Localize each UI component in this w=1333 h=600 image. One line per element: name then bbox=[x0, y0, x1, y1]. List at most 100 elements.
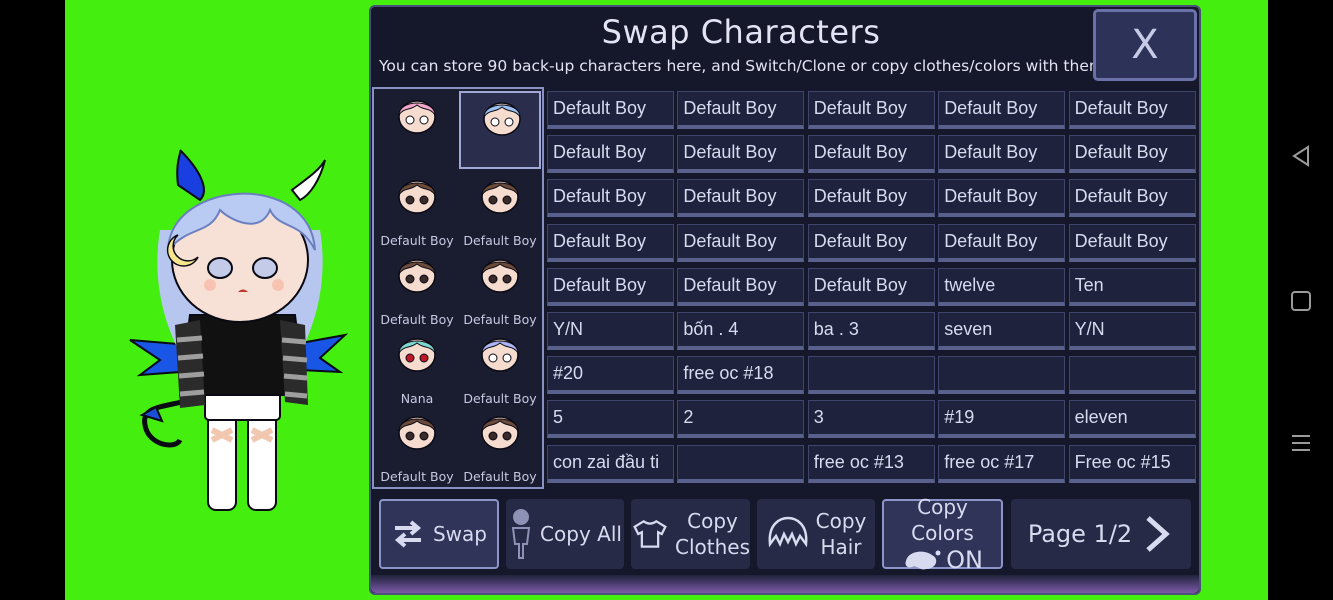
swap-button[interactable]: Swap bbox=[379, 499, 499, 569]
copy-clothes-label-2: Clothes bbox=[675, 535, 750, 559]
grid-character-cell[interactable]: Default Boy bbox=[938, 179, 1066, 218]
copy-all-label: Copy All bbox=[540, 522, 622, 546]
panel-subtitle: You can store 90 back-up characters here… bbox=[379, 57, 1099, 75]
grid-character-cell[interactable]: Default Boy bbox=[547, 223, 674, 262]
grid-character-cell[interactable]: con zai đầu ti bbox=[547, 444, 674, 483]
grid-character-cell[interactable]: Default Boy bbox=[807, 179, 935, 218]
grid-character-cell[interactable]: eleven bbox=[1068, 400, 1196, 439]
slot-label: Default Boy bbox=[463, 469, 537, 484]
character-head-icon bbox=[483, 102, 521, 136]
character-slot[interactable]: Default Boy bbox=[376, 407, 458, 485]
grid-character-cell[interactable]: Default Boy bbox=[1068, 91, 1196, 129]
triangle-back-icon[interactable] bbox=[1290, 145, 1312, 167]
copy-clothes-label-1: Copy bbox=[687, 509, 738, 533]
grid-character-cell[interactable]: Default Boy bbox=[547, 267, 674, 306]
character-head-icon bbox=[398, 259, 436, 293]
grid-character-cell[interactable]: 2 bbox=[677, 400, 805, 439]
system-nav-bar bbox=[1268, 0, 1333, 600]
grid-character-cell[interactable]: Y/N bbox=[547, 312, 674, 350]
grid-character-cell[interactable]: Default Boy bbox=[1068, 223, 1196, 262]
slot-label: Default Boy bbox=[380, 233, 454, 248]
slot-label: Default Boy bbox=[380, 469, 454, 484]
character-head-icon bbox=[398, 338, 436, 372]
grid-character-cell[interactable]: Default Boy bbox=[807, 223, 935, 262]
grid-character-cell[interactable]: bốn . 4 bbox=[677, 312, 805, 350]
character-slot[interactable] bbox=[459, 91, 541, 169]
copy-all-button[interactable]: Copy All bbox=[506, 499, 624, 569]
grid-character-cell[interactable]: free oc #17 bbox=[938, 444, 1066, 483]
character-slot[interactable]: Default Boy bbox=[376, 171, 458, 249]
character-slot[interactable]: Default Boy bbox=[459, 250, 541, 328]
slot-label: Default Boy bbox=[463, 312, 537, 327]
grid-character-cell[interactable]: Default Boy bbox=[677, 223, 805, 262]
grid-character-cell[interactable]: seven bbox=[938, 312, 1066, 350]
character-head-icon bbox=[398, 100, 436, 134]
shirt-icon bbox=[633, 519, 667, 548]
slot-label: Default Boy bbox=[380, 312, 454, 327]
action-toolbar: Swap Copy All Copy Clothes Copy Hair Cop… bbox=[379, 495, 1195, 574]
copy-clothes-button[interactable]: Copy Clothes bbox=[631, 499, 750, 569]
grid-character-cell[interactable] bbox=[1068, 356, 1196, 395]
grid-character-cell[interactable]: Ten bbox=[1068, 267, 1196, 306]
slot-label: Default Boy bbox=[463, 233, 537, 248]
character-head-icon bbox=[481, 180, 519, 214]
grid-character-cell[interactable]: Default Boy bbox=[547, 135, 674, 174]
grid-character-cell[interactable]: 3 bbox=[807, 400, 935, 439]
swap-characters-panel: Swap Characters You can store 90 back-up… bbox=[369, 5, 1201, 595]
grid-character-cell[interactable] bbox=[938, 356, 1066, 395]
grid-character-cell[interactable]: Default Boy bbox=[547, 91, 674, 129]
grid-character-cell[interactable]: Default Boy bbox=[938, 223, 1066, 262]
character-slot[interactable]: Default Boy bbox=[459, 407, 541, 485]
grid-character-cell[interactable]: Default Boy bbox=[938, 135, 1066, 174]
character-head-icon bbox=[481, 416, 519, 450]
grid-character-cell[interactable]: Free oc #15 bbox=[1068, 444, 1196, 483]
copy-colors-toggle[interactable]: Copy Colors ON bbox=[882, 495, 1003, 574]
grid-character-cell[interactable]: Default Boy bbox=[1068, 179, 1196, 218]
hair-icon bbox=[768, 516, 808, 548]
grid-character-cell[interactable]: Default Boy bbox=[547, 179, 674, 218]
grid-character-cell[interactable]: Default Boy bbox=[677, 267, 805, 306]
grid-character-cell[interactable]: Default Boy bbox=[807, 135, 935, 174]
grid-character-cell[interactable]: ba . 3 bbox=[807, 312, 935, 350]
menu-lines-icon[interactable] bbox=[1290, 432, 1312, 454]
grid-character-cell[interactable]: #20 bbox=[547, 356, 674, 395]
character-slot[interactable]: Nana bbox=[376, 329, 458, 407]
character-preview[interactable] bbox=[120, 140, 360, 530]
character-slot[interactable]: Default Boy bbox=[459, 329, 541, 407]
grid-character-cell[interactable]: free oc #13 bbox=[807, 444, 935, 483]
grid-character-cell[interactable]: Default Boy bbox=[938, 91, 1066, 129]
grid-character-cell[interactable]: #19 bbox=[938, 400, 1066, 439]
grid-character-cell[interactable]: free oc #18 bbox=[677, 356, 805, 395]
copy-hair-button[interactable]: Copy Hair bbox=[757, 499, 875, 569]
grid-character-cell[interactable]: Y/N bbox=[1068, 312, 1196, 350]
panel-bottom-strip bbox=[371, 575, 1199, 593]
character-slots: Default Boy Default Boy Default Boy Default… bbox=[372, 87, 544, 489]
grid-character-cell[interactable]: Default Boy bbox=[677, 135, 805, 174]
next-page-button[interactable]: Page 1/2 bbox=[1011, 499, 1191, 569]
swap-arrows-icon bbox=[394, 520, 422, 548]
character-slot[interactable]: Default Boy bbox=[459, 171, 541, 249]
grid-character-cell[interactable]: Default Boy bbox=[677, 91, 805, 129]
page-indicator: Page 1/2 bbox=[1027, 520, 1133, 548]
grid-character-cell[interactable]: Default Boy bbox=[677, 179, 805, 218]
close-icon: X bbox=[1131, 22, 1159, 68]
grid-character-cell[interactable] bbox=[807, 356, 935, 395]
panel-title: Swap Characters bbox=[601, 13, 881, 51]
grid-character-cell[interactable]: twelve bbox=[938, 267, 1066, 306]
close-button[interactable]: X bbox=[1093, 9, 1197, 81]
slot-label: Nana bbox=[400, 391, 434, 406]
character-head-icon bbox=[481, 259, 519, 293]
grid-character-cell[interactable]: Default Boy bbox=[1068, 135, 1196, 174]
grid-character-cell[interactable]: 5 bbox=[547, 400, 674, 439]
copy-colors-label: Copy Colors bbox=[911, 495, 974, 545]
copy-colors-state: ON bbox=[946, 546, 983, 574]
swap-label: Swap bbox=[432, 522, 487, 546]
square-home-icon[interactable] bbox=[1290, 290, 1312, 312]
grid-character-cell[interactable]: Default Boy bbox=[807, 267, 935, 306]
copy-hair-label-1: Copy bbox=[815, 509, 867, 533]
character-slot[interactable]: Default Boy bbox=[376, 250, 458, 328]
character-slot[interactable] bbox=[376, 91, 458, 169]
grid-character-cell[interactable] bbox=[677, 444, 805, 483]
paint-splash-icon bbox=[905, 550, 941, 570]
grid-character-cell[interactable]: Default Boy bbox=[807, 91, 935, 129]
